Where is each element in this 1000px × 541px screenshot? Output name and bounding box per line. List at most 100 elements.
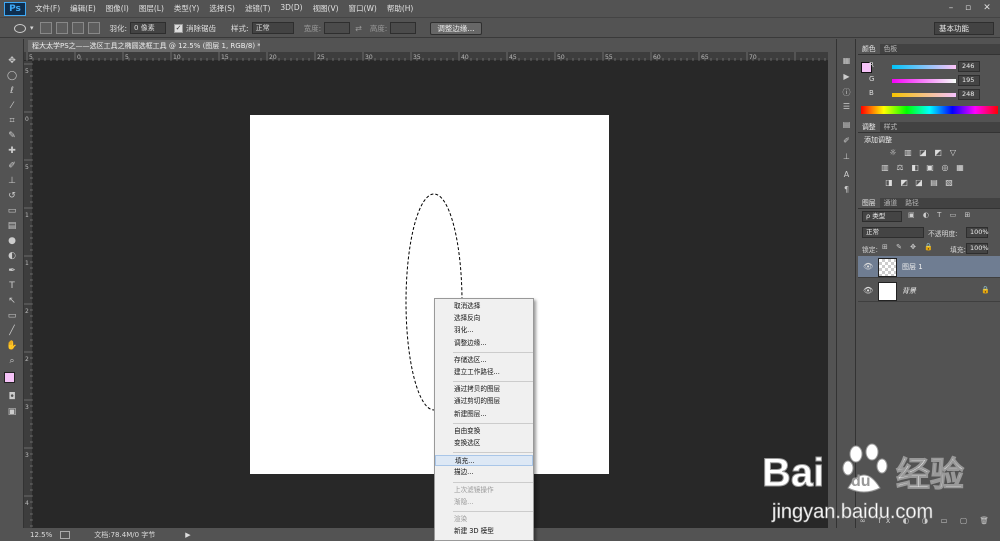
character-icon[interactable]: A xyxy=(840,169,853,181)
red-track[interactable] xyxy=(892,65,956,69)
stamp-tool-icon[interactable]: ⊥ xyxy=(5,175,19,187)
height-input[interactable] xyxy=(390,22,417,34)
layer-row[interactable]: 👁 背景 🔒 xyxy=(858,280,1000,302)
context-menu-item[interactable]: 自由变换 xyxy=(435,426,533,437)
foreground-color-swatch[interactable] xyxy=(4,372,15,383)
context-menu-item[interactable]: 填充... xyxy=(435,455,533,467)
vibrance-icon[interactable]: ▽ xyxy=(948,148,958,158)
green-track[interactable] xyxy=(892,79,956,83)
brush-presets-icon[interactable]: ▤ xyxy=(840,119,853,131)
eye-icon[interactable]: 👁 xyxy=(863,262,873,271)
panel-tab[interactable]: 样式 xyxy=(880,122,902,132)
context-menu-item[interactable]: 选择反向 xyxy=(435,313,533,324)
dodge-tool-icon[interactable]: ◐ xyxy=(5,250,19,262)
clone-source-icon[interactable]: ⊥ xyxy=(840,151,853,163)
intersect-selection-icon[interactable] xyxy=(87,22,100,34)
style-select[interactable]: 正常 xyxy=(251,22,294,34)
magic-wand-tool-icon[interactable]: ⁄ xyxy=(5,100,19,112)
curves-icon[interactable]: ◪ xyxy=(918,148,928,158)
screen-mode-icon[interactable]: ▣ xyxy=(5,406,19,418)
history-brush-tool-icon[interactable]: ↺ xyxy=(5,190,19,202)
context-menu-item[interactable]: 新建 3D 模型 xyxy=(435,526,533,537)
menu-item-10[interactable]: 帮助(H) xyxy=(382,3,419,14)
layer-name[interactable]: 图层 1 xyxy=(902,262,923,272)
brightness-icon[interactable]: ☼ xyxy=(888,148,898,158)
blue-value[interactable]: 248 xyxy=(958,89,980,100)
menu-item-9[interactable]: 窗口(W) xyxy=(344,3,382,14)
layer-name[interactable]: 背景 xyxy=(902,286,916,296)
ellipse-marquee-tool-icon[interactable]: ◯ xyxy=(5,70,19,82)
menu-item-7[interactable]: 3D(D) xyxy=(275,3,307,14)
eraser-tool-icon[interactable]: ▭ xyxy=(5,205,19,217)
info-icon[interactable]: ⓘ xyxy=(840,87,853,99)
zoom-tool-icon[interactable]: ⌕ xyxy=(5,355,19,367)
menu-item-2[interactable]: 图像(I) xyxy=(101,3,134,14)
paragraph-icon[interactable]: ¶ xyxy=(840,184,853,196)
zoom-level[interactable]: 12.5% xyxy=(30,531,52,539)
layer-filter[interactable]: ρ 类型 xyxy=(862,211,902,222)
type-tool-icon[interactable]: T xyxy=(5,280,19,292)
menu-item-5[interactable]: 选择(S) xyxy=(204,3,240,14)
gradient-map-icon[interactable]: ▤ xyxy=(929,178,939,188)
document-canvas[interactable] xyxy=(250,115,609,474)
menu-item-1[interactable]: 编辑(E) xyxy=(65,3,101,14)
arrow-right-icon[interactable]: ▶ xyxy=(185,531,190,539)
context-menu-item[interactable]: 羽化... xyxy=(435,325,533,336)
context-menu-item[interactable]: 通过剪切的图层 xyxy=(435,396,533,407)
feather-input[interactable]: 0 像素 xyxy=(130,22,167,34)
panel-tab[interactable]: 路径 xyxy=(901,198,923,208)
layer-row[interactable]: 👁 图层 1 xyxy=(858,256,1000,278)
pen-tool-icon[interactable]: ✒ xyxy=(5,265,19,277)
export-icon[interactable] xyxy=(60,530,71,539)
opacity-input[interactable]: 100% xyxy=(966,227,989,238)
line-tool-icon[interactable]: ╱ xyxy=(5,325,19,337)
width-input[interactable] xyxy=(324,22,351,34)
context-menu-item[interactable]: 描边... xyxy=(435,467,533,478)
brush-tool-icon[interactable]: ✐ xyxy=(5,160,19,172)
quick-mask-icon[interactable]: ◘ xyxy=(5,391,19,403)
context-menu-item[interactable]: 通过拷贝的图层 xyxy=(435,384,533,395)
panel-tab[interactable]: 图层 xyxy=(858,198,880,208)
maximize-icon[interactable]: ▫ xyxy=(961,2,975,14)
ellipse-marquee-icon[interactable] xyxy=(14,23,26,33)
lasso-tool-icon[interactable]: ℓ xyxy=(5,85,19,97)
move-tool-icon[interactable]: ✥ xyxy=(5,55,19,67)
eye-icon[interactable]: 👁 xyxy=(863,286,873,295)
menu-item-0[interactable]: 文件(F) xyxy=(30,3,65,14)
shape-tool-icon[interactable]: ▭ xyxy=(5,310,19,322)
context-menu-item[interactable]: 建立工作路径... xyxy=(435,367,533,378)
healing-tool-icon[interactable]: ✚ xyxy=(5,145,19,157)
tool-presets-icon[interactable]: ✐ xyxy=(840,135,853,147)
menu-item-3[interactable]: 图层(L) xyxy=(134,3,169,14)
context-menu-item[interactable]: 新建图层... xyxy=(435,409,533,420)
swap-icon[interactable]: ⇄ xyxy=(355,24,362,33)
posterize-icon[interactable]: ◩ xyxy=(899,178,909,188)
selective-color-icon[interactable]: ▧ xyxy=(944,178,954,188)
hand-tool-icon[interactable]: ✋ xyxy=(5,340,19,352)
panel-tab[interactable]: 通道 xyxy=(880,198,902,208)
chevron-down-icon[interactable]: ▾ xyxy=(30,24,34,32)
actions-icon[interactable]: ▶ xyxy=(840,71,853,83)
checkbox-icon[interactable]: ✓ xyxy=(174,23,184,33)
blur-tool-icon[interactable]: ● xyxy=(5,235,19,247)
new-selection-icon[interactable] xyxy=(39,22,52,34)
lookup-icon[interactable]: ▦ xyxy=(955,163,965,173)
workspace-select[interactable]: 基本功能 xyxy=(934,22,994,35)
document-tab[interactable]: 程大太学PS之——选区工具之椭圆选框工具 @ 12.5% (图层 1, RGB/… xyxy=(28,40,260,52)
minimize-icon[interactable]: – xyxy=(944,2,958,14)
blue-slider[interactable]: B 248 xyxy=(858,89,1000,101)
panel-tab[interactable]: 色板 xyxy=(880,44,902,54)
context-menu-item[interactable]: 取消选择 xyxy=(435,301,533,312)
add-selection-icon[interactable] xyxy=(55,22,68,34)
path-selection-tool-icon[interactable]: ↖ xyxy=(5,295,19,307)
red-value[interactable]: 246 xyxy=(958,61,980,72)
color-spectrum[interactable] xyxy=(861,106,998,114)
threshold-icon[interactable]: ◪ xyxy=(914,178,924,188)
close-icon[interactable]: ✕ xyxy=(980,2,994,14)
refine-edge-button[interactable]: 调整边缘... xyxy=(430,21,482,35)
exposure-icon[interactable]: ◩ xyxy=(933,148,943,158)
context-menu-item[interactable]: 调整边缘... xyxy=(435,338,533,349)
green-value[interactable]: 195 xyxy=(958,75,980,86)
menu-item-6[interactable]: 滤镜(T) xyxy=(240,3,275,14)
menu-item-8[interactable]: 视图(V) xyxy=(308,3,344,14)
